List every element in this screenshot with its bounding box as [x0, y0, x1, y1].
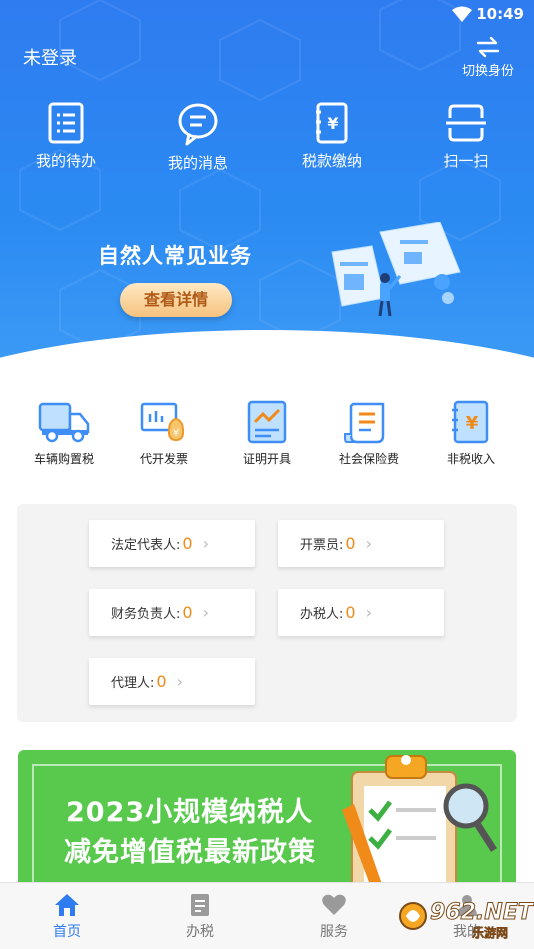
document-icon	[191, 894, 209, 916]
service-label: 社会保险费	[338, 452, 399, 466]
role-card-tax-handler[interactable]: 办税人: 0 ›	[278, 589, 444, 636]
status-time: 10:49	[476, 5, 524, 23]
todo-list-icon	[48, 102, 84, 144]
service-invoice[interactable]: ¥ 代开发票	[114, 400, 214, 467]
nav-label: 办税	[186, 924, 214, 940]
chevron-right-icon: ›	[202, 534, 209, 553]
switch-identity-label: 切换身份	[461, 64, 514, 79]
services-row: 车辆购置税 ¥ 代开发票 证明开具 社会保险费 ¥ 非税收入	[0, 400, 534, 475]
nav-tax-handling[interactable]: 办税	[160, 893, 240, 941]
view-details-button[interactable]: 查看详情	[120, 283, 232, 317]
role-label: 办税人:	[300, 607, 344, 622]
promo-title-line1: 2023小规模纳税人	[66, 797, 314, 828]
banner-title: 自然人常见业务	[98, 244, 252, 268]
service-vehicle-tax[interactable]: 车辆购置税	[14, 400, 114, 467]
swap-arrows-icon	[476, 36, 500, 58]
wifi-icon	[452, 6, 472, 22]
quick-actions: 我的待办 我的消息 ¥ 税款缴纳 扫一扫	[0, 102, 534, 172]
chevron-right-icon: ›	[365, 534, 372, 553]
role-label: 代理人:	[111, 676, 155, 691]
truck-icon	[38, 402, 90, 443]
role-label: 法定代表人:	[111, 538, 181, 553]
watermark-brand: 962.NET	[430, 900, 534, 926]
role-card-agent[interactable]: 代理人: 0 ›	[89, 658, 255, 705]
home-icon	[55, 894, 79, 916]
role-count: 0	[345, 603, 356, 622]
watermark-logo-icon	[399, 902, 427, 930]
clipboard-checklist-illustration	[342, 755, 497, 890]
role-count: 0	[182, 603, 193, 622]
chevron-right-icon: ›	[176, 672, 183, 691]
non-tax-book-icon: ¥	[452, 400, 489, 444]
svg-text:¥: ¥	[327, 114, 338, 133]
role-label: 开票员:	[300, 538, 344, 553]
nav-home[interactable]: 首页	[27, 893, 107, 941]
role-count: 0	[345, 534, 356, 553]
invoice-icon: ¥	[140, 402, 185, 442]
heart-icon	[322, 894, 346, 915]
quick-action-label: 我的消息	[167, 154, 228, 172]
role-card-invoice-clerk[interactable]: 开票员: 0 ›	[278, 520, 444, 567]
roles-panel: 法定代表人: 0 › 开票员: 0 › 财务负责人: 0 › 办税人: 0 › 代理人: 0 ›	[17, 504, 517, 722]
hexagon-pattern	[19, 0, 501, 352]
switch-identity-button[interactable]: 切换身份	[458, 36, 518, 79]
nav-services[interactable]: 服务	[294, 893, 374, 941]
service-social-insurance[interactable]: 社会保险费	[319, 400, 419, 467]
quick-action-todo[interactable]: 我的待办	[16, 102, 116, 171]
header-banner: 10:49 未登录 切换身份 我的待办 我的消息 ¥ 税款缴纳 扫一扫 自然人常…	[0, 0, 534, 385]
service-label: 证明开具	[242, 452, 291, 466]
tax-book-icon: ¥	[316, 102, 348, 144]
quick-action-label: 税款缴纳	[301, 152, 362, 170]
chat-bubble-icon	[178, 103, 218, 146]
svg-text:¥: ¥	[466, 413, 479, 434]
quick-action-label: 扫一扫	[443, 152, 489, 170]
promo-banner[interactable]: 2023小规模纳税人 减免增值税最新政策	[18, 750, 516, 890]
role-count: 0	[156, 672, 167, 691]
service-non-tax-income[interactable]: ¥ 非税收入	[421, 400, 521, 467]
chevron-right-icon: ›	[202, 603, 209, 622]
watermark-subtitle: 乐游网	[472, 926, 509, 941]
nav-label: 首页	[53, 924, 81, 940]
login-status[interactable]: 未登录	[23, 44, 77, 70]
scan-icon	[446, 104, 486, 142]
site-watermark: 962.NET 乐游网	[396, 898, 534, 944]
business-illustration	[331, 222, 461, 317]
quick-action-tax-payment[interactable]: ¥ 税款缴纳	[282, 102, 382, 171]
role-count: 0	[182, 534, 193, 553]
quick-action-messages[interactable]: 我的消息	[148, 102, 248, 173]
quick-action-label: 我的待办	[35, 152, 96, 170]
promo-title-line2: 减免增值税最新政策	[64, 837, 316, 868]
chevron-right-icon: ›	[365, 603, 372, 622]
role-card-finance-manager[interactable]: 财务负责人: 0 ›	[89, 589, 255, 636]
nav-label: 服务	[320, 924, 348, 940]
role-label: 财务负责人:	[111, 607, 181, 622]
insurance-document-icon	[344, 402, 385, 444]
quick-action-scan[interactable]: 扫一扫	[416, 102, 516, 171]
service-label: 代开发票	[139, 452, 188, 466]
service-certificate[interactable]: 证明开具	[217, 400, 317, 467]
service-label: 车辆购置税	[33, 452, 94, 466]
svg-text:¥: ¥	[173, 428, 179, 439]
status-bar: 10:49	[0, 0, 534, 28]
certificate-chart-icon	[247, 400, 287, 444]
role-card-legal-representative[interactable]: 法定代表人: 0 ›	[89, 520, 255, 567]
service-label: 非税收入	[446, 452, 495, 466]
